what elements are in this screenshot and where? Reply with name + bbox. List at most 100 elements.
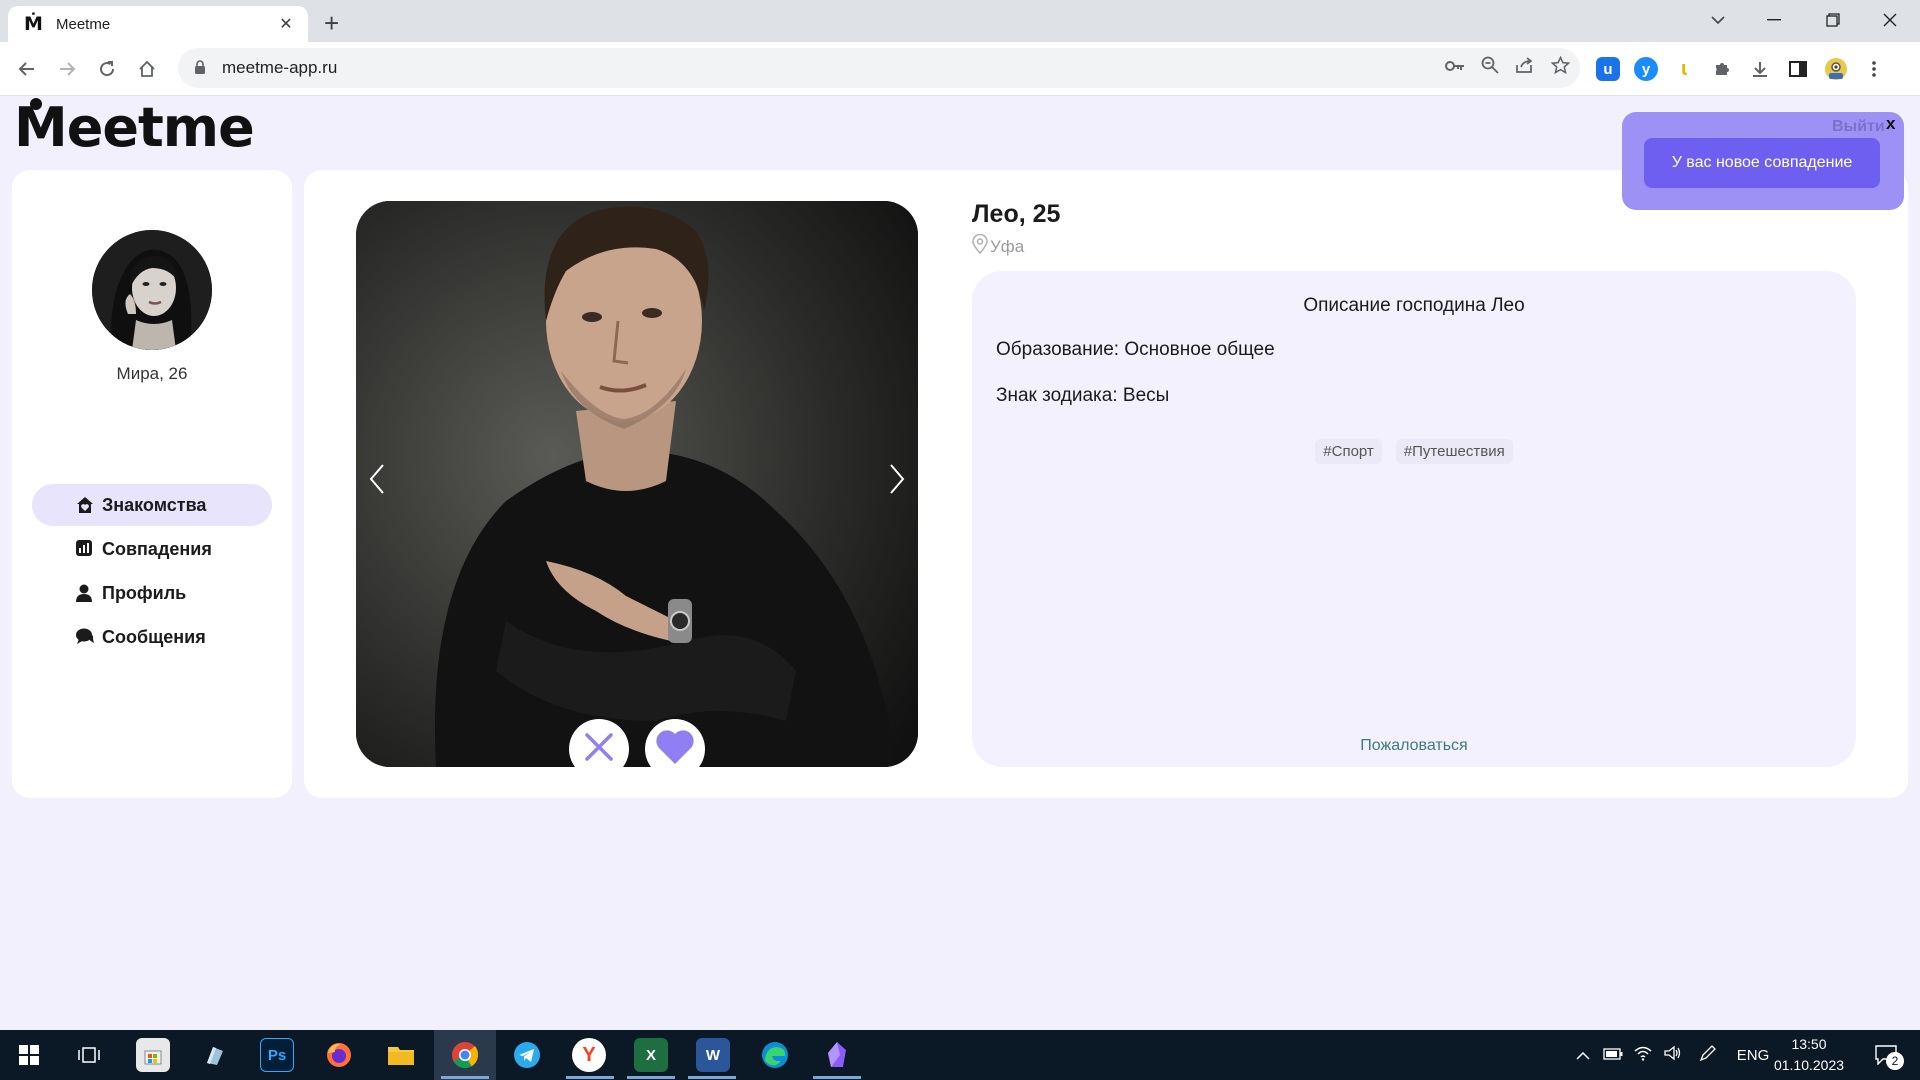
extension-u-icon[interactable]: u — [1596, 57, 1620, 81]
minimize-button[interactable] — [1746, 0, 1802, 40]
zodiac-text: Знак зодиака: Весы — [996, 385, 1170, 406]
tab-title: Meetme — [56, 15, 111, 33]
lock-icon[interactable] — [194, 60, 208, 76]
menu-label: Знакомства — [102, 494, 207, 515]
clock-date: 01.10.2023 — [1773, 1057, 1845, 1073]
browser-tabstrip: Ṁ Meetme ✕ + — [0, 0, 1920, 42]
new-tab-button[interactable]: + — [324, 8, 339, 39]
meetme-favicon-icon: Ṁ — [24, 13, 43, 35]
notification-count: 2 — [1886, 1052, 1904, 1070]
windows-taskbar: Ps Y X W ENG 13:50 01.10.2023 2 — [0, 1030, 1920, 1080]
logout-button[interactable]: Выйти — [1832, 118, 1885, 136]
obsidian-underline — [813, 1076, 861, 1079]
task-view-icon[interactable] — [72, 1038, 106, 1072]
profile-name: Лео, 25 — [972, 200, 1061, 228]
notification-center[interactable]: 2 — [1866, 1030, 1906, 1080]
edge-icon[interactable] — [758, 1038, 792, 1072]
url-text[interactable]: meetme-app.ru — [222, 58, 337, 78]
telegram-icon[interactable] — [510, 1038, 544, 1072]
notification-icon[interactable]: 2 — [1866, 1030, 1906, 1080]
system-tray: ENG — [1568, 1030, 1778, 1080]
side-panel-icon[interactable] — [1786, 57, 1810, 81]
share-icon[interactable] — [1515, 56, 1535, 80]
extension-yellow-icon[interactable]: ɩ — [1672, 57, 1696, 81]
zoom-icon[interactable] — [1481, 56, 1499, 80]
store-icon[interactable] — [136, 1038, 170, 1072]
profile-avatar-icon[interactable] — [1824, 57, 1848, 81]
home-heart-icon — [76, 496, 94, 514]
yandex-underline — [566, 1076, 614, 1079]
clock[interactable]: 13:50 01.10.2023 — [1754, 1034, 1864, 1076]
battery-icon[interactable] — [1598, 1047, 1628, 1064]
match-notification: Выйти x У вас новое совпадение — [1622, 112, 1904, 210]
main-panel: Лео, 25 Уфа Описание господина Лео Образ… — [304, 170, 1908, 798]
home-button[interactable] — [132, 54, 162, 84]
heart-icon — [655, 729, 695, 768]
extension-y-icon[interactable]: y — [1634, 57, 1658, 81]
previous-photo-arrow-icon[interactable] — [362, 459, 392, 499]
photoshop-icon[interactable]: Ps — [260, 1038, 294, 1072]
tag[interactable]: #Спорт — [1315, 439, 1382, 464]
omnibox-actions — [1445, 48, 1571, 88]
clock-time: 13:50 — [1791, 1036, 1827, 1052]
tag[interactable]: #Путешествия — [1395, 439, 1513, 464]
location-pin-icon — [972, 233, 988, 259]
menu-item-matches[interactable]: Совпадения — [32, 528, 272, 570]
yandex-browser-icon[interactable]: Y — [572, 1038, 606, 1072]
obsidian-icon[interactable] — [820, 1038, 854, 1072]
browser-menu-icon[interactable] — [1862, 57, 1886, 81]
menu-label: Профиль — [102, 582, 187, 603]
menu-label: Совпадения — [102, 538, 212, 559]
next-photo-arrow-icon[interactable] — [882, 459, 912, 499]
wifi-icon[interactable] — [1628, 1045, 1658, 1065]
file-explorer-icon[interactable] — [384, 1038, 418, 1072]
back-button[interactable] — [12, 54, 42, 84]
city-name: Уфа — [990, 236, 1025, 256]
bookmark-star-icon[interactable] — [1550, 55, 1571, 80]
profile-photo[interactable] — [356, 201, 918, 767]
close-window-button[interactable] — [1862, 0, 1918, 40]
meetme-logo[interactable]: Meetme — [14, 96, 255, 160]
tab-search-chevron-icon[interactable] — [1690, 0, 1746, 40]
profile-city: Уфа — [972, 233, 1025, 259]
report-link[interactable]: Пожаловаться — [972, 737, 1856, 755]
chat-icon — [76, 628, 94, 646]
address-bar[interactable]: meetme-app.ru — [178, 48, 1580, 88]
new-match-button[interactable]: У вас новое совпадение — [1644, 138, 1880, 188]
reload-button[interactable] — [92, 54, 122, 84]
toast-close-button[interactable]: x — [1886, 114, 1895, 134]
tab-close-icon[interactable]: ✕ — [276, 14, 296, 34]
education-text: Образование: Основное общее — [996, 339, 1275, 360]
puzzle-extensions-icon[interactable] — [1710, 57, 1734, 81]
paint-icon[interactable] — [198, 1038, 232, 1072]
forward-button[interactable] — [52, 54, 82, 84]
menu-label: Сообщения — [102, 626, 206, 647]
browser-tab[interactable]: Ṁ Meetme ✕ — [8, 6, 308, 42]
start-icon[interactable] — [12, 1038, 46, 1072]
menu-item-acquaintances[interactable]: Знакомства — [32, 484, 272, 526]
word-icon[interactable]: W — [696, 1038, 730, 1072]
key-icon[interactable] — [1445, 57, 1465, 79]
download-icon[interactable] — [1748, 57, 1772, 81]
person-icon — [76, 584, 94, 602]
chrome-underline — [441, 1076, 489, 1079]
volume-icon[interactable] — [1658, 1045, 1688, 1065]
user-avatar[interactable] — [92, 230, 212, 350]
pen-icon[interactable] — [1688, 1044, 1728, 1066]
interest-tags: #Спорт #Путешествия — [972, 439, 1856, 464]
word-underline — [688, 1076, 736, 1079]
menu-item-profile[interactable]: Профиль — [32, 572, 272, 614]
user-name: Мира, 26 — [116, 364, 188, 383]
firefox-icon[interactable] — [322, 1038, 356, 1072]
main-menu: Знакомства Совпадения Профиль Сообщения — [32, 484, 272, 660]
tray-expand-chevron-icon[interactable] — [1568, 1047, 1598, 1064]
menu-item-messages[interactable]: Сообщения — [32, 616, 272, 658]
description-title: Описание господина Лео — [1303, 295, 1525, 316]
restore-button[interactable] — [1805, 0, 1861, 40]
close-x-icon — [584, 732, 614, 767]
chrome-icon[interactable] — [448, 1038, 482, 1072]
description-card: Описание господина Лео Образование: Осно… — [972, 271, 1856, 767]
excel-icon[interactable]: X — [634, 1038, 668, 1072]
extensions-area: u y ɩ — [1596, 54, 1886, 84]
chart-icon — [76, 540, 94, 558]
